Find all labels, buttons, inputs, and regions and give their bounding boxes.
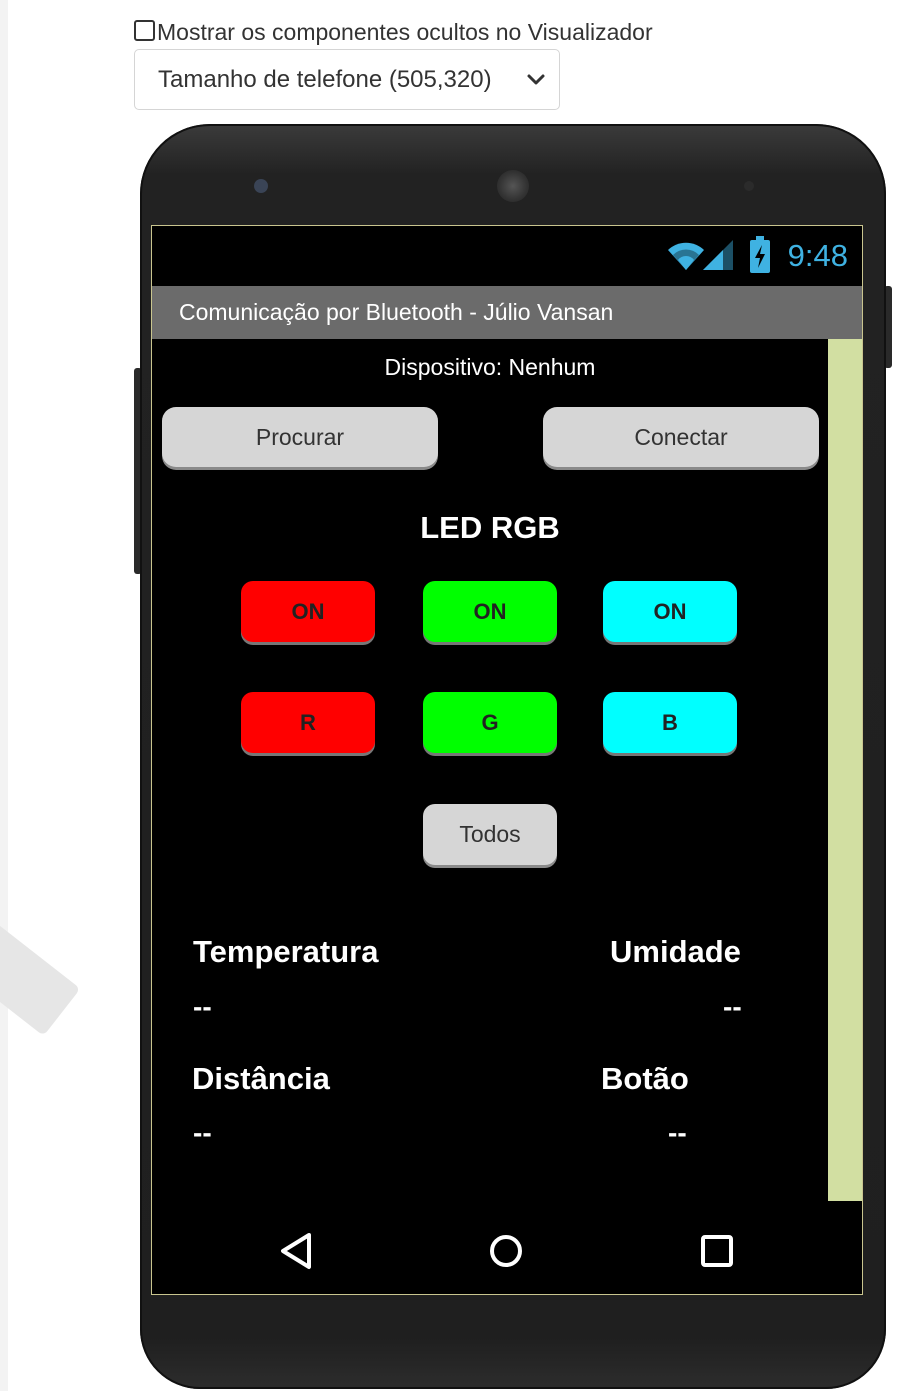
blue-on-button[interactable]: ON [603,581,737,642]
status-clock: 9:48 [787,238,848,273]
search-button[interactable]: Procurar [162,407,438,467]
phone-screen: 9:48 Comunicação por Bluetooth - Júlio V… [151,225,863,1295]
front-camera-icon [254,179,268,193]
led-section-title: LED RGB [420,510,560,545]
distance-value: -- [193,1117,212,1148]
device-status-label: Dispositivo: Nenhum [384,354,596,380]
green-channel-button[interactable]: G [423,692,557,753]
back-icon[interactable] [279,1232,313,1270]
humidity-label: Umidade [610,934,741,969]
chevron-down-icon [527,74,545,85]
home-icon[interactable] [489,1234,523,1268]
humidity-value: -- [723,991,742,1022]
blue-channel-button[interactable]: B [603,692,737,753]
all-leds-button[interactable]: Todos [423,804,557,865]
red-channel-button[interactable]: R [241,692,375,753]
status-bar: 9:48 [152,226,862,286]
connect-button[interactable]: Conectar [543,407,819,467]
phone-size-select[interactable]: Tamanho de telefone (505,320) [134,49,560,110]
temperature-value: -- [193,991,212,1022]
show-hidden-components-toggle[interactable]: Mostrar os componentes ocultos no Visual… [134,14,653,50]
recents-icon[interactable] [700,1234,734,1268]
distance-label: Distância [192,1061,330,1096]
proximity-sensor-icon [744,181,754,191]
show-hidden-label: Mostrar os componentes ocultos no Visual… [157,18,653,45]
red-on-button[interactable]: ON [241,581,375,642]
scrollbar[interactable] [828,339,862,1201]
phone-size-selected-value: Tamanho de telefone (505,320) [158,65,492,93]
app-title-bar: Comunicação por Bluetooth - Júlio Vansan [152,286,862,339]
temperature-label: Temperatura [193,934,379,969]
signal-icon [703,240,733,270]
green-on-button[interactable]: ON [423,581,557,642]
wifi-icon [668,242,704,270]
button-state-value: -- [668,1117,687,1148]
button-state-label: Botão [601,1061,689,1096]
earpiece-speaker-icon [497,170,529,202]
battery-charging-icon [750,236,770,273]
app-title: Comunicação por Bluetooth - Júlio Vansan [179,299,614,325]
show-hidden-checkbox[interactable] [134,19,155,41]
